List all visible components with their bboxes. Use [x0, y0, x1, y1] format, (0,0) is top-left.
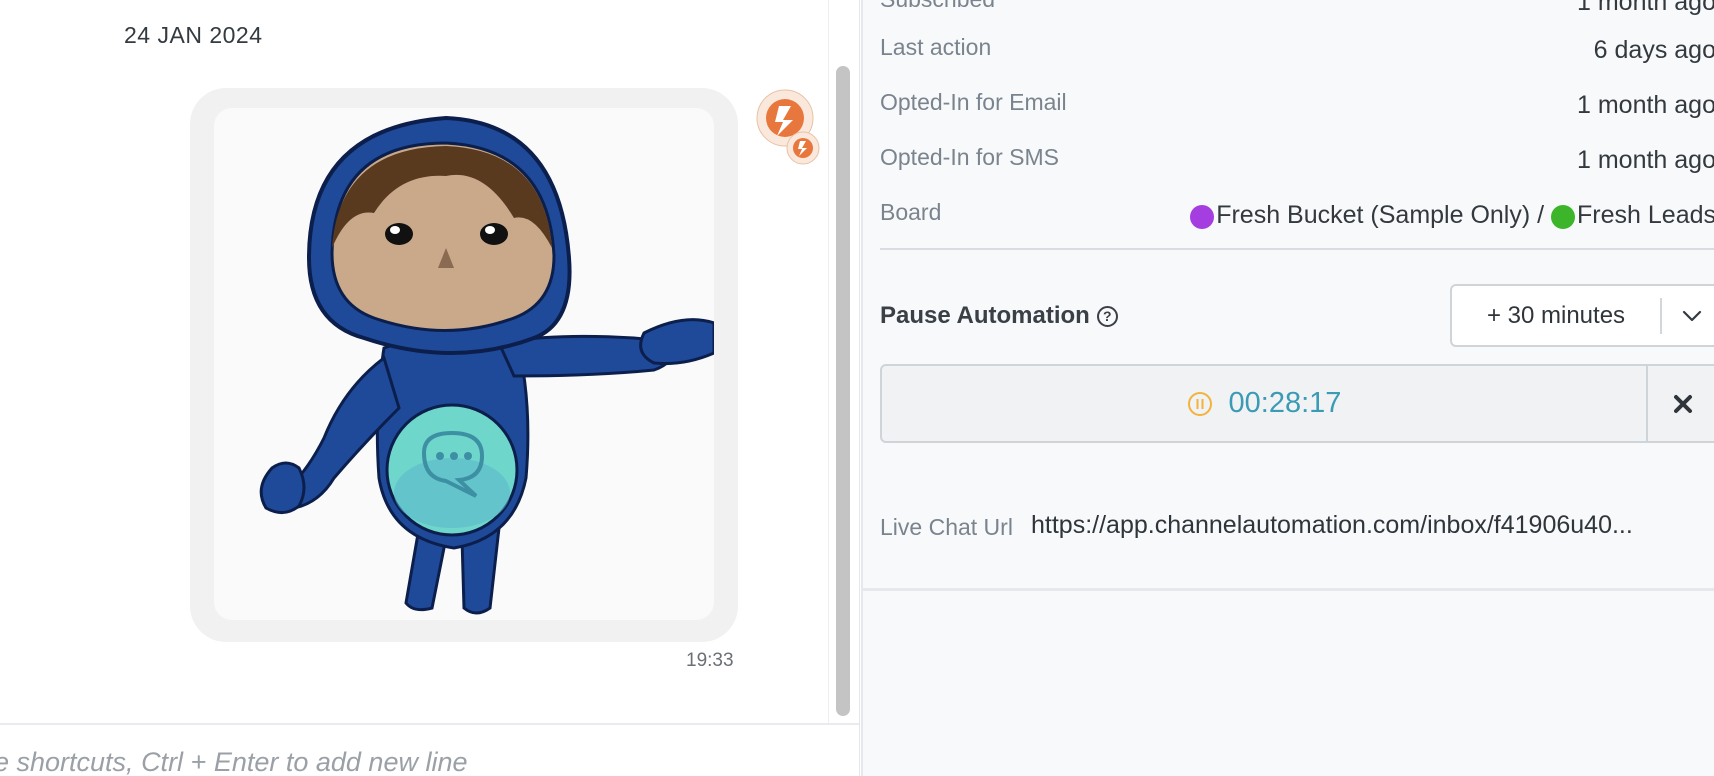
detail-value: 1 month ago [1577, 0, 1714, 16]
detail-value: 1 month ago [1577, 91, 1714, 119]
board-lead-name[interactable]: Fresh Leads [1577, 201, 1714, 230]
detail-row-last-action: Last action 6 days ago [880, 34, 1714, 74]
board-bucket-name[interactable]: Fresh Bucket (Sample Only) [1216, 201, 1530, 230]
section-divider [863, 588, 1714, 591]
detail-label: Board [880, 199, 942, 225]
date-divider: 24 JAN 2024 [124, 22, 263, 48]
detail-label: Opted-In for SMS [880, 144, 1059, 170]
message-input[interactable] [0, 747, 844, 776]
pause-timer: 00:28:17 [880, 364, 1714, 443]
close-icon [1674, 394, 1692, 413]
detail-row-subscribed: Subscribed 1 month ago [880, 0, 1714, 26]
help-circle-icon[interactable]: ? [1096, 305, 1118, 327]
detail-label: Subscribed [880, 0, 995, 13]
pause-automation-title: Pause Automation [880, 302, 1090, 329]
chat-mascot-sticker-icon [214, 108, 714, 620]
message-time: 19:33 [686, 650, 734, 671]
green-dot-icon [1551, 204, 1576, 229]
chat-scrollbar-thumb[interactable] [836, 66, 850, 716]
message-bubble[interactable] [190, 88, 738, 642]
board-value[interactable]: Fresh Bucket (Sample Only) / Fresh Leads [1190, 201, 1714, 230]
dropdown-divider [1660, 298, 1662, 334]
timer-countdown: 00:28:17 [1228, 387, 1342, 419]
purple-dot-icon [1190, 204, 1215, 229]
contact-details-pane: Subscribed 1 month ago Last action 6 day… [861, 0, 1714, 776]
detail-row-opted-in-sms: Opted-In for SMS 1 month ago [880, 144, 1714, 184]
detail-row-board: Board Fresh Bucket (Sample Only) / Fresh… [880, 199, 1714, 239]
detail-label: Opted-In for Email [880, 89, 1067, 115]
timer-display: 00:28:17 [882, 366, 1646, 441]
board-separator: / [1530, 201, 1552, 229]
live-chat-url-link[interactable]: https://app.channelautomation.com/inbox/… [1031, 511, 1714, 540]
pause-duration-dropdown[interactable]: + 30 minutes [1450, 284, 1714, 347]
detail-row-opted-in-email: Opted-In for Email 1 month ago [880, 89, 1714, 129]
chevron-down-icon [1682, 310, 1702, 322]
detail-label: Last action [880, 34, 992, 60]
live-chat-url-label: Live Chat Url [880, 514, 1013, 540]
cancel-pause-button[interactable] [1646, 366, 1714, 441]
detail-value: 1 month ago [1577, 146, 1714, 174]
channel-automation-logo-icon [755, 88, 825, 168]
pause-circle-icon [1187, 391, 1212, 416]
pause-automation-label: Pause Automation ? [880, 302, 1118, 330]
divider [880, 248, 1714, 250]
message-composer [0, 723, 859, 776]
chat-pane: 24 JAN 2024 19:33 e shortcuts, Ctrl + En… [0, 0, 860, 776]
detail-value: 6 days ago [1593, 36, 1714, 64]
pause-duration-value: + 30 minutes [1486, 302, 1626, 329]
